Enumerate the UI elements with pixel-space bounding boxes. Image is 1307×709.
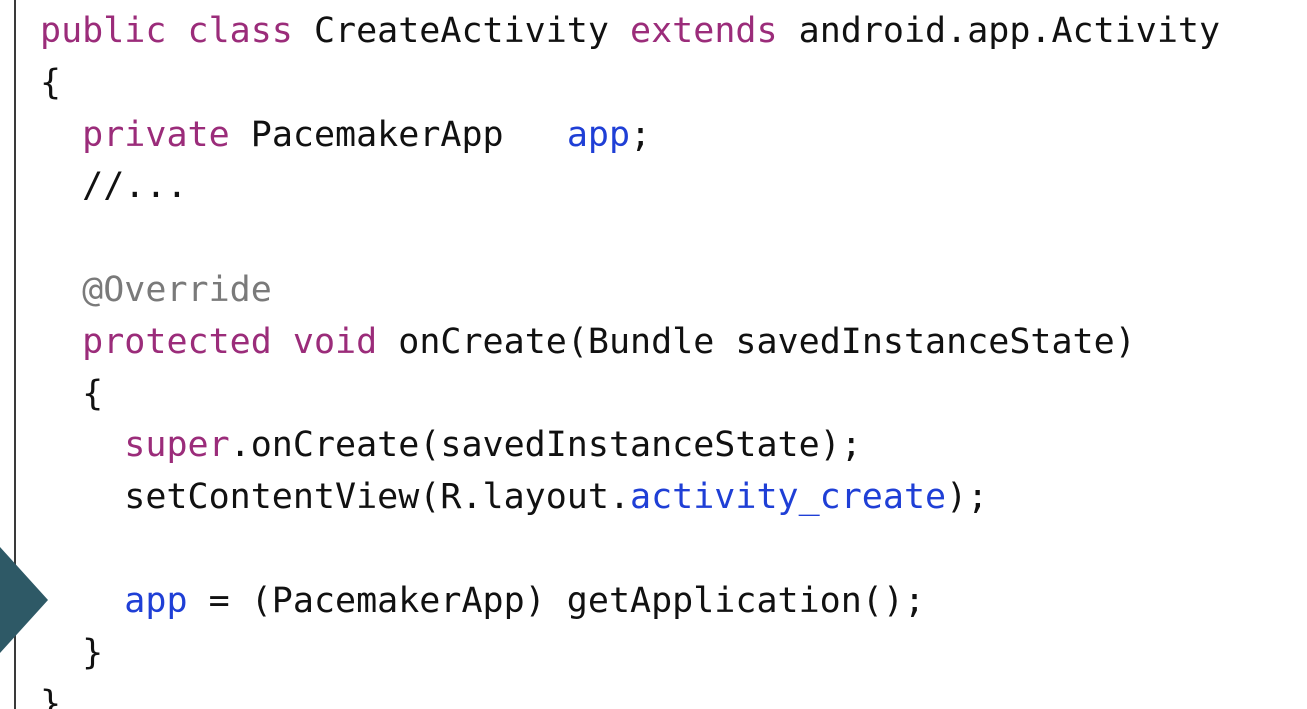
keyword-token: public xyxy=(40,11,167,51)
code-line: //... xyxy=(40,161,1220,213)
code-text-token: //... xyxy=(40,166,188,207)
code-line: private PacemakerApp app; xyxy=(40,110,1220,162)
code-text-token: PacemakerApp xyxy=(229,114,567,155)
code-line: } xyxy=(40,628,1220,680)
identifier-token: app xyxy=(566,114,631,155)
code-line: @Override xyxy=(40,265,1220,317)
code-text-token: android.app.Activity xyxy=(777,11,1221,51)
code-line: { xyxy=(40,58,1220,110)
keyword-token: class xyxy=(187,11,293,51)
keyword-token: protected xyxy=(82,321,272,362)
marker-shape xyxy=(0,547,48,653)
keyword-token: private xyxy=(82,114,230,155)
code-text-token: ); xyxy=(946,477,989,518)
code-line: } xyxy=(40,679,1220,709)
keyword-token: extends xyxy=(630,11,778,51)
code-line: setContentView(R.layout.activity_create)… xyxy=(40,472,1220,524)
identifier-token: activity_create xyxy=(630,477,947,518)
code-block: public class CreateActivity extends andr… xyxy=(40,6,1220,709)
code-line: { xyxy=(40,369,1220,421)
slide: public class CreateActivity extends andr… xyxy=(0,0,1307,709)
code-line: super.onCreate(savedInstanceState); xyxy=(40,420,1220,472)
keyword-token: void xyxy=(292,321,378,362)
code-line: protected void onCreate(Bundle savedInst… xyxy=(40,317,1220,369)
code-text-token: { xyxy=(40,373,104,414)
code-text-token: = (PacemakerApp) getApplication(); xyxy=(187,580,926,621)
code-text-token: } xyxy=(40,632,104,673)
annotation-token: @Override xyxy=(82,269,272,310)
code-text-token: setContentView(R.layout. xyxy=(40,477,631,518)
code-text-token: ; xyxy=(630,114,652,155)
code-text-token: onCreate(Bundle savedInstanceState) xyxy=(377,321,1136,362)
code-text-token: { xyxy=(40,62,62,103)
code-text-token: } xyxy=(40,684,62,709)
code-text-token: .onCreate(savedInstanceState); xyxy=(229,425,862,466)
code-line: public class CreateActivity extends andr… xyxy=(40,6,1220,58)
identifier-token: app xyxy=(124,580,188,621)
arrow-right-icon xyxy=(0,547,48,653)
code-frame: public class CreateActivity extends andr… xyxy=(14,0,1307,709)
keyword-token: super xyxy=(124,425,230,466)
code-line: app = (PacemakerApp) getApplication(); xyxy=(40,576,1220,628)
code-text-token: CreateActivity xyxy=(292,11,631,51)
